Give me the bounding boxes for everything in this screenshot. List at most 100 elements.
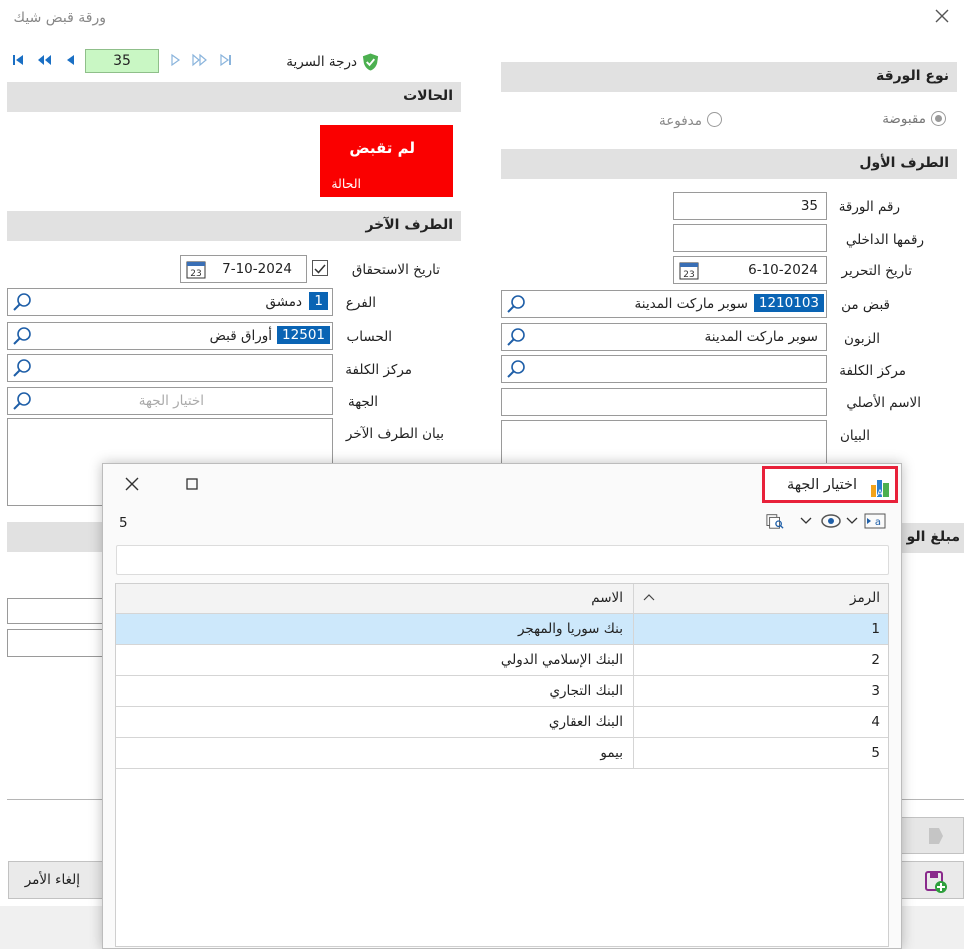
due-date-value: 7-10-2024	[222, 261, 292, 277]
next-button[interactable]	[900, 817, 964, 854]
received-from-field[interactable]: 1210103 سوبر ماركت المدينة	[501, 290, 827, 318]
account-label: الحساب	[346, 329, 392, 345]
received-radio[interactable]	[931, 111, 946, 126]
entity-placeholder: اختيار الجهة	[138, 393, 204, 409]
due-date-label: تاريخ الاستحقاق	[351, 262, 440, 278]
last-record-icon[interactable]	[218, 52, 234, 68]
row-code: 3	[871, 683, 880, 699]
record-count: 5	[119, 515, 128, 531]
due-date-checkbox[interactable]	[312, 260, 328, 276]
table-row[interactable]: البنك الإسلامي الدولي 2	[116, 645, 888, 676]
entity-label: الجهة	[347, 394, 378, 410]
status-caption: الحالة	[331, 176, 361, 191]
paper-number-field[interactable]: 35	[673, 192, 827, 220]
divider	[900, 799, 964, 800]
search-icon[interactable]	[506, 294, 526, 314]
customer-field[interactable]: سوبر ماركت المدينة	[501, 323, 827, 351]
cost-center-field-first[interactable]	[501, 355, 827, 383]
shield-check-icon	[362, 53, 379, 71]
issue-date-value: 6-10-2024	[748, 262, 818, 278]
received-from-label: قبض من	[841, 297, 890, 313]
statuses-header: الحالات	[7, 82, 461, 112]
table-row[interactable]: بيمو 5	[116, 738, 888, 769]
copy-search-icon[interactable]	[765, 512, 785, 530]
name-column-header[interactable]: الاسم	[591, 590, 623, 606]
issue-date-field[interactable]: 23 6-10-2024	[673, 256, 827, 284]
search-icon[interactable]	[12, 292, 32, 312]
status-badge: لم تقبض الحالة	[320, 125, 453, 197]
next-page-icon[interactable]	[192, 52, 208, 68]
row-name: البنك الإسلامي الدولي	[500, 652, 623, 668]
search-icon[interactable]	[506, 327, 526, 347]
table-row[interactable]: البنك التجاري 3	[116, 676, 888, 707]
next-record-icon[interactable]	[168, 52, 184, 68]
window-title: ورقة قبض شيك	[13, 10, 106, 26]
dialog-title: اختيار الجهة	[786, 477, 857, 493]
search-icon[interactable]	[12, 391, 32, 411]
cost-center-field-other[interactable]	[7, 354, 333, 382]
cancel-button[interactable]: إلغاء الأمر	[8, 861, 108, 899]
search-icon[interactable]	[12, 358, 32, 378]
row-name: بيمو	[600, 745, 623, 761]
calendar-icon[interactable]: 23	[679, 260, 699, 280]
hidden-field-2[interactable]	[7, 629, 103, 657]
first-party-header: الطرف الأول	[501, 149, 957, 179]
dialog-title-box: اختيار الجهة A	[762, 466, 898, 503]
column-separator	[633, 584, 634, 769]
other-party-header: الطرف الآخر	[7, 211, 461, 241]
branch-field[interactable]: 1 دمشق	[7, 288, 333, 316]
hidden-section-bar	[7, 522, 102, 552]
close-icon[interactable]	[124, 476, 140, 492]
view-icon[interactable]	[820, 512, 842, 530]
row-name: بنك سوريا والمهجر	[517, 621, 623, 637]
amount-header: مبلغ الو	[900, 523, 964, 553]
check-icon	[314, 264, 326, 274]
save-add-icon	[925, 871, 947, 893]
divider	[7, 799, 102, 800]
entity-field[interactable]: اختيار الجهة	[7, 387, 333, 415]
table-row[interactable]: بنك سوريا والمهجر 1	[116, 614, 888, 645]
record-number-input[interactable]: 35	[85, 49, 159, 73]
previous-page-icon[interactable]	[36, 52, 52, 68]
save-new-button[interactable]	[900, 861, 964, 899]
issue-date-label: تاريخ التحرير	[841, 263, 912, 279]
paid-radio[interactable]	[707, 112, 722, 127]
row-name: البنك العقاري	[548, 714, 623, 730]
account-field[interactable]: 12501 أوراق قبض	[7, 322, 333, 350]
text-filter-icon[interactable]: a	[864, 512, 886, 530]
cost-center-label-other: مركز الكلفة	[345, 362, 412, 378]
row-code: 1	[871, 621, 880, 637]
due-date-field[interactable]: 23 7-10-2024	[180, 255, 307, 283]
code-column-header[interactable]: الرمز	[850, 590, 880, 606]
first-record-icon[interactable]	[10, 52, 26, 68]
close-icon[interactable]	[934, 8, 950, 24]
entities-table: الاسم الرمز بنك سوريا والمهجر 1 البنك ال…	[115, 583, 889, 947]
statement-label-first: البيان	[839, 428, 870, 444]
chevron-down-icon[interactable]	[799, 512, 813, 530]
internal-number-label: رقمها الداخلي	[845, 232, 924, 248]
sort-ascending-icon[interactable]	[643, 592, 655, 602]
original-name-field[interactable]	[501, 388, 827, 416]
maximize-icon[interactable]	[184, 476, 200, 492]
chevron-down-icon[interactable]	[845, 512, 859, 530]
app-logo-icon: A	[871, 480, 889, 499]
other-statement-label: بيان الطرف الآخر	[345, 426, 444, 442]
hidden-field-1[interactable]	[7, 598, 103, 624]
customer-value: سوبر ماركت المدينة	[704, 329, 818, 345]
search-icon[interactable]	[506, 359, 526, 379]
entity-picker-dialog: اختيار الجهة A 5 a الاسم الرمز بنك سوريا…	[102, 463, 902, 949]
previous-record-icon[interactable]	[62, 52, 78, 68]
dialog-search-input[interactable]	[116, 545, 889, 575]
original-name-label: الاسم الأصلي	[846, 395, 921, 411]
received-option-label: مقبوضة	[882, 111, 926, 127]
row-code: 4	[871, 714, 880, 730]
branch-code: 1	[309, 292, 328, 310]
cancel-button-label: إلغاء الأمر	[24, 872, 80, 888]
calendar-icon[interactable]: 23	[186, 259, 206, 279]
table-header: الاسم الرمز	[116, 584, 888, 614]
search-icon[interactable]	[12, 326, 32, 346]
internal-number-field[interactable]	[673, 224, 827, 252]
table-row[interactable]: البنك العقاري 4	[116, 707, 888, 738]
receipt-check-window: ورقة قبض شيك 35 درجة السرية نوع الورقة م…	[0, 0, 964, 949]
account-name: أوراق قبض	[209, 328, 272, 344]
